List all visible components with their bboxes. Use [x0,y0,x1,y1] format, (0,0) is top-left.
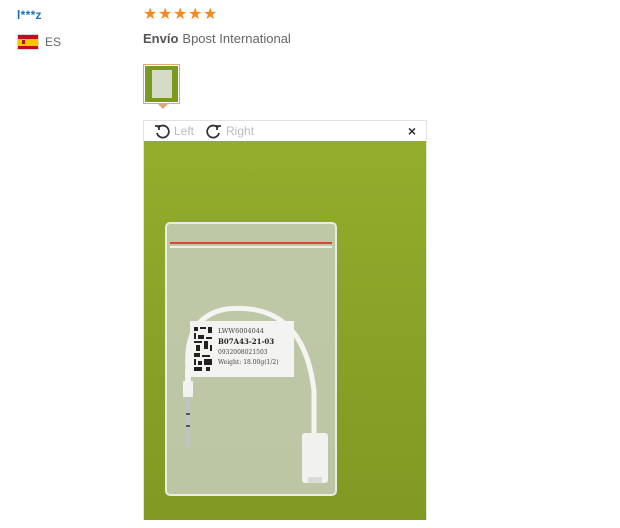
reviewer-country: ES [17,34,61,50]
star-icon: ★ [158,6,173,23]
label-line-1: LWW6004044 [218,327,264,335]
review-photo-thumbnail[interactable] [143,64,180,104]
label-line-3: 0932008021503 [218,349,268,356]
shipping-label: Envío [143,31,179,46]
rating-stars: ★ ★ ★ ★ ★ [143,6,218,23]
label-line-4: Weight: 18.00g(1/2) [218,359,279,366]
country-code: ES [45,35,62,49]
spain-flag-icon [17,34,39,50]
star-icon: ★ [173,6,188,23]
close-icon[interactable]: × [408,123,416,139]
thumbnail-image [145,66,178,102]
shipping-method: Bpost International [182,31,291,46]
reviewer-name[interactable]: l***z [17,8,42,22]
product-photo-illustration: LWW6004044 B07A43-21-03 0932008021503 We… [144,141,426,520]
star-icon: ★ [188,6,203,23]
rotate-right-label: Right [226,124,255,138]
rotate-left-label: Left [174,124,195,138]
rotate-left-button[interactable]: Left [154,123,194,139]
selected-thumbnail-indicator [158,104,168,109]
viewer-toolbar: Left Right × [144,121,426,141]
rotate-left-icon [155,124,170,139]
rotate-right-button[interactable]: Right [206,123,254,139]
rotate-right-icon [206,124,222,139]
photo-viewer: Left Right × LWW6004044 B07A43-21-03 093… [143,120,427,520]
star-icon: ★ [143,6,158,23]
label-line-2: B07A43-21-03 [218,337,274,346]
review-photo: LWW6004044 B07A43-21-03 0932008021503 We… [144,141,426,520]
shipping-info: Envío Bpost International [143,31,291,46]
star-icon: ★ [203,6,218,23]
